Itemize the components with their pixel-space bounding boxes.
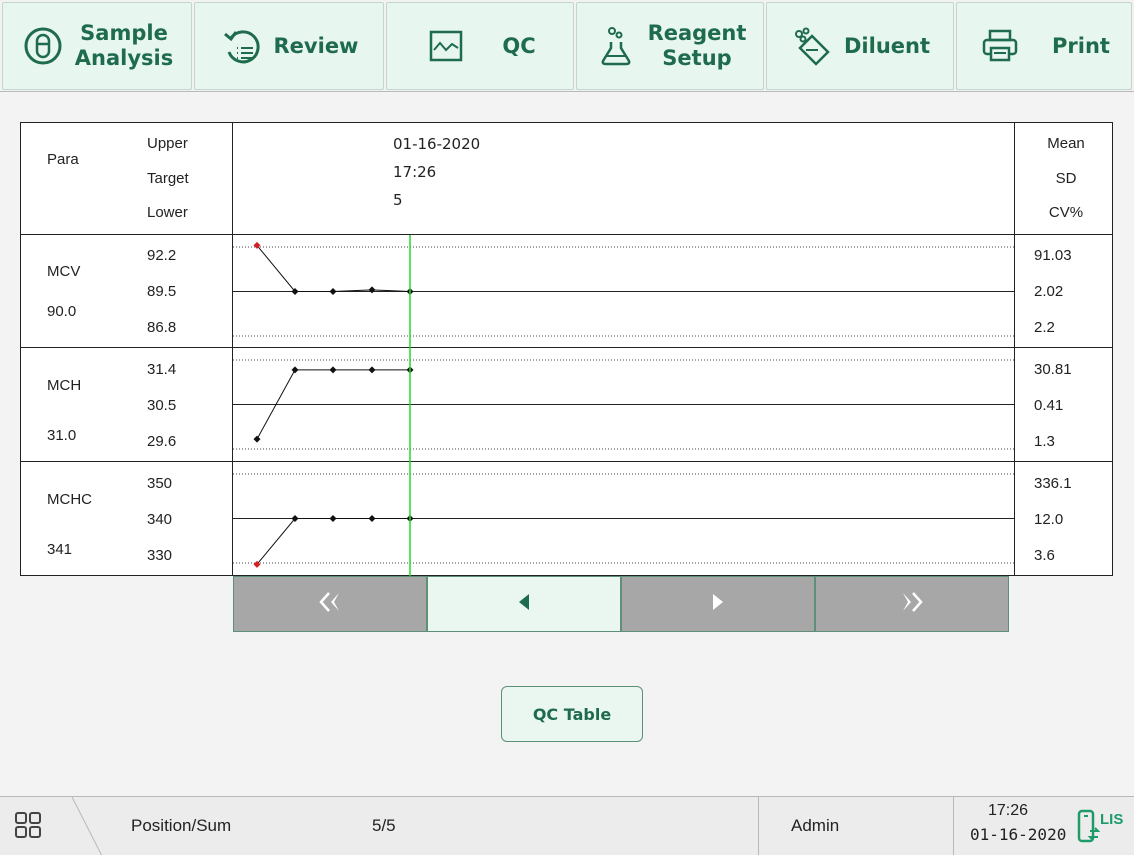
qc-label: QC [502, 33, 536, 58]
user-name: Admin [791, 816, 840, 835]
lower-limit-mch: 29.6 [147, 433, 177, 450]
cv-mcv: 2.2 [1034, 319, 1055, 336]
diluent-icon [790, 24, 834, 68]
para-header: Para [47, 151, 79, 168]
clock-time: 17:26 [988, 802, 1029, 819]
review-label: Review [273, 33, 359, 58]
lis-label: LIS [1100, 811, 1124, 828]
position-label: Position/Sum [131, 816, 232, 835]
param-name-mch: MCH [47, 377, 82, 394]
triangle-right-icon [711, 593, 725, 616]
column-divider [1014, 123, 1015, 575]
double-chevron-right-icon [900, 590, 924, 619]
sample-analysis-button[interactable]: Sample Analysis [2, 2, 192, 90]
target-mch: 30.5 [147, 397, 177, 414]
qc-data-point [329, 366, 337, 374]
target-mchc: 340 [147, 511, 173, 528]
lower-limit-mchc: 330 [147, 547, 173, 564]
flask-icon [594, 24, 638, 68]
param-name-mcv: MCV [47, 263, 81, 280]
sd-mch: 0.41 [1034, 397, 1064, 414]
review-button[interactable]: Review [194, 2, 384, 90]
first-page-button[interactable] [233, 576, 427, 632]
qc-data-point [368, 286, 376, 294]
printer-icon [978, 24, 1022, 68]
qc-chart-icon [424, 24, 468, 68]
lis-connection-icon[interactable] [1076, 809, 1101, 850]
position-value: 5/5 [372, 816, 396, 835]
mean-mch: 30.81 [1034, 361, 1072, 378]
next-button[interactable] [621, 576, 815, 632]
lower-header: Lower [147, 204, 188, 221]
last-page-button[interactable] [815, 576, 1009, 632]
qc-button[interactable]: QC [386, 2, 574, 90]
qc-series-line [256, 518, 410, 565]
sd-header: SD [1055, 170, 1077, 187]
param-value-mcv: 90.0 [47, 303, 77, 320]
double-chevron-left-icon [318, 590, 342, 619]
qc-table-button[interactable]: QC Table [501, 686, 643, 742]
review-history-icon [220, 24, 264, 68]
mean-mchc: 336.1 [1034, 475, 1072, 492]
upper-header: Upper [147, 135, 188, 152]
menu-grid-icon[interactable] [14, 811, 42, 844]
qc-series-line [256, 245, 411, 292]
target-mcv: 89.5 [147, 283, 177, 300]
status-separator [953, 797, 954, 855]
test-tube-icon [21, 24, 65, 68]
qc-data-point [291, 366, 299, 374]
previous-button[interactable] [427, 576, 621, 632]
cv-header: CV% [1048, 204, 1084, 221]
param-value-mchc: 341 [47, 541, 73, 558]
mean-header: Mean [1047, 135, 1085, 152]
qc-levey-jennings-plot [233, 235, 1014, 577]
upper-limit-mch: 31.4 [147, 361, 177, 378]
lower-limit-mcv: 86.8 [147, 319, 177, 336]
upper-limit-mcv: 92.2 [147, 247, 177, 264]
separator-wedge [72, 797, 103, 855]
sample-analysis-label: Sample Analysis [74, 21, 174, 70]
triangle-left-icon [517, 593, 531, 616]
param-value-mch: 31.0 [47, 427, 77, 444]
status-separator [758, 797, 759, 855]
top-toolbar: Sample Analysis Review QC Reagent Setup … [0, 0, 1134, 92]
diluent-label: Diluent [843, 33, 930, 58]
cv-mchc: 3.6 [1034, 547, 1055, 564]
qc-data-point [368, 515, 376, 522]
reagent-setup-button[interactable]: Reagent Setup [576, 2, 764, 90]
upper-limit-mchc: 350 [147, 475, 173, 492]
sd-mcv: 2.02 [1034, 283, 1064, 300]
mean-mcv: 91.03 [1034, 247, 1072, 264]
print-button[interactable]: Print [956, 2, 1132, 90]
qc-chart-table: Para Upper Target Lower 01-16-2020 17:26… [20, 122, 1113, 577]
qc-data-point [329, 288, 337, 295]
param-name-mchc: MCHC [47, 491, 92, 508]
qc-data-point [329, 515, 337, 522]
qc-data-point [368, 366, 376, 374]
diluent-button[interactable]: Diluent [766, 2, 954, 90]
cv-mch: 1.3 [1034, 433, 1055, 450]
clock-date: 01-16-2020 [970, 825, 1067, 844]
sd-mchc: 12.0 [1034, 511, 1064, 528]
reagent-setup-label: Reagent Setup [647, 21, 747, 70]
target-header: Target [147, 170, 189, 187]
print-label: Print [1052, 33, 1110, 58]
qc-data-point [253, 435, 261, 443]
status-bar: Position/Sum 5/5 Admin 17:26 01-16-2020 … [0, 796, 1134, 855]
